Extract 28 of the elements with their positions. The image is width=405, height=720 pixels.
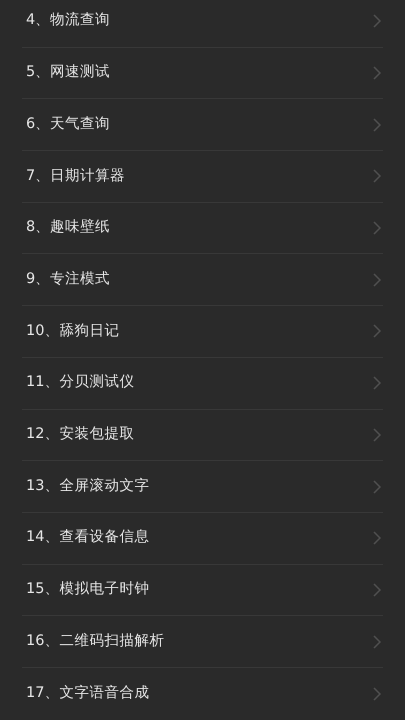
chevron-right-icon: [373, 582, 381, 597]
chevron-right-icon: [373, 272, 381, 287]
chevron-right-icon: [373, 634, 381, 649]
list-item[interactable]: 16、二维码扫描解析: [22, 616, 383, 668]
list-item[interactable]: 9、专注模式: [22, 254, 383, 306]
list-item[interactable]: 14、查看设备信息: [22, 512, 383, 565]
list-item[interactable]: 11、分贝测试仪: [22, 358, 383, 410]
chevron-right-icon: [373, 686, 381, 701]
list-item[interactable]: 5、网速测试: [22, 48, 383, 100]
list-item[interactable]: 8、趣味壁纸: [22, 202, 383, 254]
chevron-right-icon: [373, 66, 381, 80]
chevron-right-icon: [373, 428, 381, 442]
chevron-right-icon: [373, 221, 381, 236]
chevron-right-icon: [373, 480, 381, 494]
chevron-right-icon: [373, 376, 381, 390]
list-item[interactable]: 6、天气查询: [22, 99, 383, 152]
list-item[interactable]: 13、全屏滚动文字: [22, 461, 383, 513]
chevron-right-icon: [373, 531, 381, 546]
list-item[interactable]: 7、日期计算器: [22, 151, 383, 203]
chevron-right-icon: [373, 14, 381, 28]
chevron-right-icon: [373, 118, 381, 132]
list-item[interactable]: 15、模拟电子时钟: [22, 564, 383, 616]
list-item[interactable]: 17、文字语音合成: [22, 668, 383, 720]
list-item[interactable]: 10、舔狗日记: [22, 306, 383, 358]
chevron-right-icon: [373, 324, 381, 338]
chevron-right-icon: [373, 169, 381, 184]
list-item[interactable]: 12、安装包提取: [22, 410, 383, 462]
list-item[interactable]: 4、物流查询: [22, 0, 383, 48]
